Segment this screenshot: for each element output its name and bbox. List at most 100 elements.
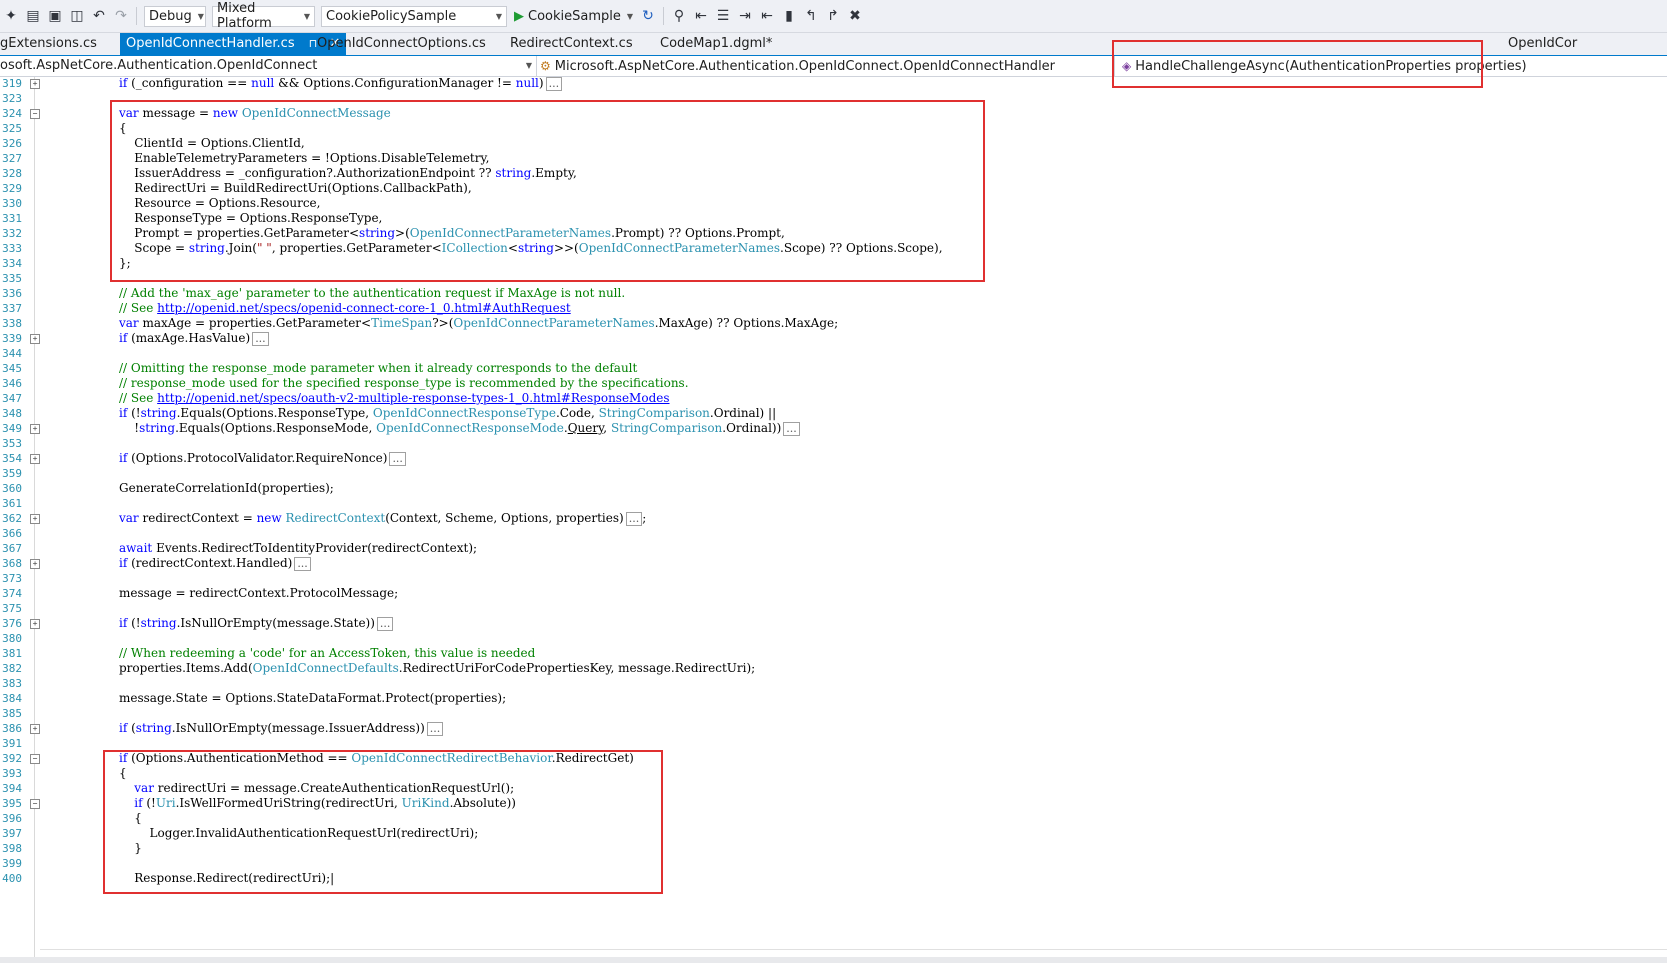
find-icon[interactable]: ⚲ [670, 7, 688, 25]
code-line[interactable]: 380 [0, 631, 1667, 646]
prev-bookmark-icon[interactable]: ↰ [802, 7, 820, 25]
code-line[interactable]: 400 Response.Redirect(redirectUri);| [0, 871, 1667, 886]
code-line[interactable]: 354 + if (Options.ProtocolValidator.Requir… [0, 451, 1667, 466]
code-line[interactable]: 353 [0, 436, 1667, 451]
collapse-icon[interactable]: − [30, 109, 40, 119]
code-line[interactable]: 348 if (!string.Equals(Options.ResponseTy… [0, 406, 1667, 421]
next-bookmark-icon[interactable]: ↱ [824, 7, 842, 25]
code-line[interactable]: 360 GenerateCorrelationId(properties); [0, 481, 1667, 496]
code-line[interactable]: 383 [0, 676, 1667, 691]
code-line[interactable]: 375 [0, 601, 1667, 616]
code-editor[interactable]: 319 + if (_configuration == null && Option… [0, 77, 1667, 957]
code-line[interactable]: 393 { [0, 766, 1667, 781]
code-line[interactable]: 359 [0, 466, 1667, 481]
expand-icon[interactable]: + [30, 454, 40, 464]
line-number: 392 [2, 752, 22, 765]
code-line[interactable]: 397 Logger.InvalidAuthenticationRequestU… [0, 826, 1667, 841]
code-text: Resource = Options.Resource, [119, 196, 321, 210]
save-icon[interactable]: ▣ [46, 7, 64, 25]
tab-openidconnectoptions[interactable]: OpenIdConnectOptions.cs [317, 33, 486, 55]
outline-icon[interactable]: ☰ [714, 7, 732, 25]
collapse-icon[interactable]: − [30, 754, 40, 764]
code-line[interactable]: 346 // response_mode used for the specifi… [0, 376, 1667, 391]
expand-icon[interactable]: + [30, 559, 40, 569]
refresh-icon[interactable]: ↻ [639, 7, 657, 25]
code-line[interactable]: 328 IssuerAddress = _configuration?.Auth… [0, 166, 1667, 181]
code-line[interactable]: 333 Scope = string.Join(" ", properties.… [0, 241, 1667, 256]
code-line[interactable]: 330 Resource = Options.Resource, [0, 196, 1667, 211]
code-line[interactable]: 394 var redirectUri = message.CreateAuth… [0, 781, 1667, 796]
outdent-icon[interactable]: ⇤ [758, 7, 776, 25]
tab-redirectcontext[interactable]: RedirectContext.cs [510, 33, 633, 55]
undo-icon[interactable]: ↶ [90, 7, 108, 25]
code-line[interactable]: 373 [0, 571, 1667, 586]
code-line[interactable]: 396 { [0, 811, 1667, 826]
code-line[interactable]: 336 // Add the 'max_age' parameter to the… [0, 286, 1667, 301]
project-dropdown[interactable]: osoft.AspNetCore.Authentication.OpenIdCo… [0, 56, 537, 76]
code-line[interactable]: 374 message = redirectContext.ProtocolMes… [0, 586, 1667, 601]
clear-bookmarks-icon[interactable]: ✖ [846, 7, 864, 25]
code-line[interactable]: 367 await Events.RedirectToIdentityProvid… [0, 541, 1667, 556]
code-line[interactable]: 325 { [0, 121, 1667, 136]
code-line[interactable]: 381 // When redeeming a 'code' for an Acc… [0, 646, 1667, 661]
code-line[interactable]: 395− if (!Uri.IsWellFormedUriString(redi… [0, 796, 1667, 811]
collapse-icon[interactable]: − [30, 799, 40, 809]
expand-icon[interactable]: + [30, 619, 40, 629]
start-debugging-button[interactable]: ▶ CookieSample ▼ [514, 9, 633, 24]
horizontal-scrollbar[interactable] [0, 957, 1667, 963]
code-line[interactable]: 335 [0, 271, 1667, 286]
code-line[interactable]: 332 Prompt = properties.GetParameter<str… [0, 226, 1667, 241]
code-line[interactable]: 362 + var redirectContext = new RedirectCo… [0, 511, 1667, 526]
configuration-dropdown[interactable]: Debug ▼ [144, 5, 206, 27]
code-line[interactable]: 323 [0, 91, 1667, 106]
code-line[interactable]: 334}; [0, 256, 1667, 271]
code-line[interactable]: 324− var message = new OpenIdConnectMessa… [0, 106, 1667, 121]
code-line[interactable]: 338 var maxAge = properties.GetParameter<… [0, 316, 1667, 331]
code-line[interactable]: 344 [0, 346, 1667, 361]
code-line[interactable]: 345 // Omitting the response_mode paramet… [0, 361, 1667, 376]
tab-extensions[interactable]: gExtensions.cs [0, 33, 97, 55]
tab-codemap[interactable]: CodeMap1.dgml* [660, 33, 772, 55]
code-line[interactable]: 391 [0, 736, 1667, 751]
code-line[interactable]: 337 // See http://openid.net/specs/openid… [0, 301, 1667, 316]
bookmark-icon[interactable]: ▮ [780, 7, 798, 25]
redo-icon[interactable]: ↷ [112, 7, 130, 25]
code-line[interactable]: 347 // See http://openid.net/specs/oauth-… [0, 391, 1667, 406]
type-dropdown[interactable]: ⚙ Microsoft.AspNetCore.Authentication.Ope… [540, 56, 1115, 76]
tab-openidconnect-overflow[interactable]: OpenIdCor [1508, 33, 1577, 55]
code-line[interactable]: 326 ClientId = Options.ClientId, [0, 136, 1667, 151]
save-all-icon[interactable]: ◫ [68, 7, 86, 25]
expand-icon[interactable]: + [30, 514, 40, 524]
code-line[interactable]: 368 + if (redirectContext.Handled)... [0, 556, 1667, 571]
chevron-down-icon: ▼ [303, 11, 310, 21]
code-line[interactable]: 329 RedirectUri = BuildRedirectUri(Optio… [0, 181, 1667, 196]
indent-icon[interactable]: ⇥ [736, 7, 754, 25]
navigate-icon[interactable]: ⇤ [692, 7, 710, 25]
chevron-down-icon[interactable]: ▼ [627, 12, 633, 21]
code-line[interactable]: 339 + if (maxAge.HasValue)... [0, 331, 1667, 346]
code-line[interactable]: 327 EnableTelemetryParameters = !Options… [0, 151, 1667, 166]
startup-project-dropdown[interactable]: CookiePolicySample ▼ [321, 5, 507, 27]
code-line[interactable]: 382 properties.Items.Add(OpenIdConnectDef… [0, 661, 1667, 676]
code-line[interactable]: 349 + !string.Equals(Options.ResponseMode… [0, 421, 1667, 436]
code-line[interactable]: 331 ResponseType = Options.ResponseType, [0, 211, 1667, 226]
expand-icon[interactable]: + [30, 334, 40, 344]
code-line[interactable]: 399 [0, 856, 1667, 871]
code-line[interactable]: 366 [0, 526, 1667, 541]
new-project-icon[interactable]: ✦ [2, 7, 20, 25]
expand-icon[interactable]: + [30, 79, 40, 89]
code-line[interactable]: 385 [0, 706, 1667, 721]
code-line[interactable]: 319 + if (_configuration == null && Option… [0, 77, 1667, 91]
code-line[interactable]: 376 + if (!string.IsNullOrEmpty(message.St… [0, 616, 1667, 631]
code-line[interactable]: 392− if (Options.AuthenticationMethod == … [0, 751, 1667, 766]
member-dropdown[interactable]: ◈ HandleChallengeAsync(AuthenticationProp… [1122, 56, 1667, 76]
code-line[interactable]: 398 } [0, 841, 1667, 856]
tab-openidconnecthandler[interactable]: OpenIdConnectHandler.cs ⊓ ✕ [120, 33, 347, 55]
expand-icon[interactable]: + [30, 424, 40, 434]
code-line[interactable]: 361 [0, 496, 1667, 511]
open-folder-icon[interactable]: ▤ [24, 7, 42, 25]
platform-dropdown[interactable]: Mixed Platform ▼ [212, 1, 315, 31]
code-line[interactable]: 386 + if (string.IsNullOrEmpty(message.Iss… [0, 721, 1667, 736]
code-line[interactable]: 384 message.State = Options.StateDataForm… [0, 691, 1667, 706]
expand-icon[interactable]: + [30, 724, 40, 734]
